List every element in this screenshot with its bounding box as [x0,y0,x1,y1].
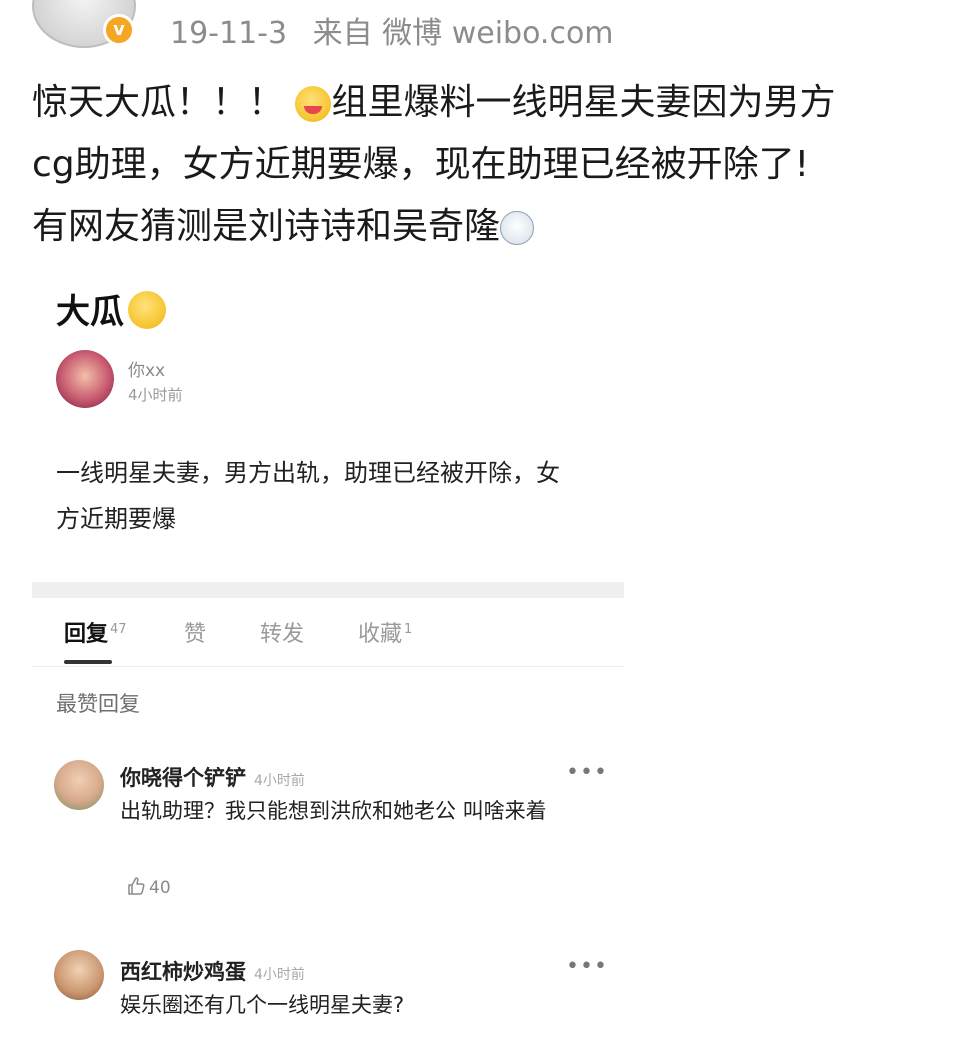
post-text: 惊天大瓜！！！ 组里爆料一线明星夫妻因为男方 cg助理，女方近期要爆，现在助理已… [32,72,932,258]
post-line-1b: 组里爆料一线明星夫妻因为男方 [331,82,836,123]
thumbs-up-icon [128,877,145,895]
comment-time: 4小时前 [254,773,305,789]
card-title-text: 大瓜 [56,292,124,332]
comment-author[interactable]: 西红柿炒鸡蛋 4小时前 [120,956,305,986]
comment-author[interactable]: 你晓得个铲铲 4小时前 [120,762,305,792]
tab-replies-count: 47 [110,621,127,637]
more-dots-icon[interactable]: ••• [566,954,608,979]
comment-author-name[interactable]: 你晓得个铲铲 [120,766,246,790]
tab-replies-label: 回复 [64,622,109,647]
section-label-top-replies: 最赞回复 [56,692,140,716]
comment-text: 出轨助理？我只能想到洪欣和她老公 叫啥来着 [120,799,547,823]
op-avatar[interactable] [56,350,114,408]
like-button[interactable]: 40 [126,876,171,898]
op-name[interactable]: 你xx [128,356,165,381]
like-count: 40 [149,878,171,898]
tab-reposts-label: 转发 [260,622,305,647]
hug-emoji-icon [128,291,166,329]
post-line-3: 有网友猜测是刘诗诗和吴奇隆 [32,206,501,247]
tab-likes-label: 赞 [184,622,207,647]
comment-time: 4小时前 [254,967,305,983]
active-tab-indicator [64,660,112,664]
tab-likes[interactable]: 赞 [184,616,206,648]
comment-author-name[interactable]: 西红柿炒鸡蛋 [120,960,246,984]
post-source: 来自 微博 weibo.com [312,16,614,51]
comment-avatar[interactable] [54,950,104,1000]
op-body: 一线明星夫妻，男方出轨，助理已经被开除，女方近期要爆 [56,459,560,533]
embedded-screenshot[interactable]: 大瓜 你xx 4小时前 一线明星夫妻，男方出轨，助理已经被开除，女方近期要爆 回… [32,250,624,1050]
verified-badge-icon: v [103,14,135,46]
tab-favorites[interactable]: 收藏 1 [358,616,412,648]
comment-avatar[interactable] [54,760,104,810]
dizzy-emoji-icon [500,211,535,245]
yum-emoji-icon [295,86,332,122]
post-date: 19-11-3 [170,16,288,51]
tab-favorites-label: 收藏 [358,622,403,647]
comment-text: 娱乐圈还有几个一线明星夫妻? [120,993,405,1017]
more-dots-icon[interactable]: ••• [566,760,608,785]
tab-replies[interactable]: 回复 47 [64,616,127,648]
post-line-2: cg助理，女方近期要爆，现在助理已经被开除了! [32,144,810,185]
card-title: 大瓜 [56,284,166,333]
tabs-divider [32,666,624,667]
post-meta: 19-11-3 来自 微博 weibo.com [170,8,630,52]
post-line-1: 惊天大瓜！！！ [32,82,285,123]
tab-favorites-count: 1 [404,621,413,637]
tab-reposts[interactable]: 转发 [260,616,304,648]
section-divider [32,582,624,598]
op-time: 4小时前 [128,386,183,404]
